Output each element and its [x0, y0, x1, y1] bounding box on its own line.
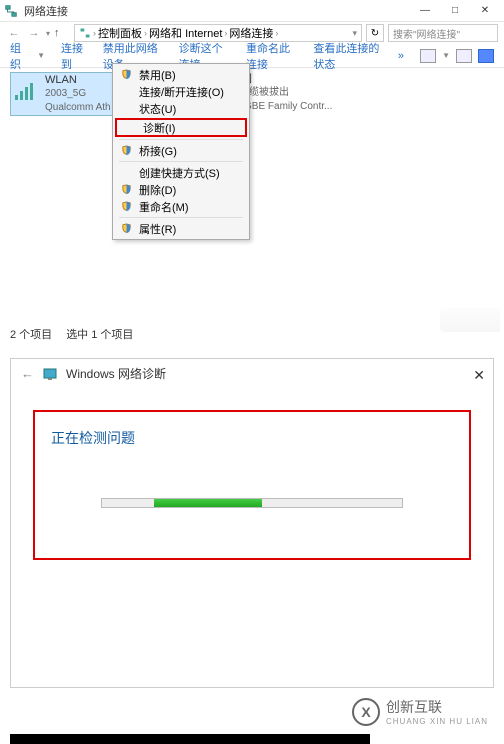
shield-icon — [119, 200, 133, 214]
forward-button[interactable]: → — [26, 25, 42, 41]
progress-bar — [101, 498, 403, 508]
menu-label: 诊断(I) — [143, 120, 175, 136]
menu-label: 桥接(G) — [139, 143, 177, 159]
progress-container — [51, 498, 453, 508]
diagnostic-icon — [42, 366, 58, 382]
watermark-subtext: CHUANG XIN HU LIAN — [386, 717, 488, 726]
menu-disable[interactable]: 禁用(B) — [113, 66, 249, 83]
toolbar-more[interactable]: » — [398, 50, 404, 62]
chevron-down-icon: ▼ — [442, 51, 450, 60]
breadcrumb-sep: › — [93, 28, 96, 38]
menu-create-shortcut[interactable]: 创建快捷方式(S) — [113, 164, 249, 181]
shield-icon — [119, 222, 133, 236]
toolbar-connect[interactable]: 连接到 — [61, 40, 87, 72]
network-icon — [4, 4, 18, 18]
menu-connect-disconnect[interactable]: 连接/断开连接(O) — [113, 83, 249, 100]
connection-adapter: Qualcomm Ath — [45, 101, 111, 115]
item-count: 2 个项目 — [10, 326, 52, 342]
shield-icon — [119, 144, 133, 158]
shield-icon — [119, 183, 133, 197]
decorative-strip — [10, 734, 370, 744]
network-icon — [79, 27, 91, 39]
menu-label: 重命名(M) — [139, 199, 189, 215]
diagnostic-dialog: ✕ ← Windows 网络诊断 正在检测问题 — [10, 358, 494, 688]
connections-area: WLAN 2003_5G Qualcomm Ath 以太网 网络电缆被拔出 PC… — [0, 68, 504, 120]
menu-label: 属性(R) — [139, 221, 176, 237]
menu-diagnose-highlight: 诊断(I) — [115, 118, 247, 137]
context-menu: 禁用(B) 连接/断开连接(O) 状态(U) 诊断(I) 桥接(G) 创建快捷方… — [112, 63, 250, 240]
up-button[interactable]: ↑ — [54, 27, 70, 39]
window-controls: — □ ✕ — [410, 1, 500, 21]
menu-status[interactable]: 状态(U) — [113, 100, 249, 117]
close-button[interactable]: ✕ — [470, 1, 500, 21]
maximize-button[interactable]: □ — [440, 1, 470, 21]
breadcrumb-sep: › — [144, 28, 147, 38]
selected-count: 选中 1 个项目 — [66, 326, 133, 342]
toolbar-organize[interactable]: 组织 — [10, 40, 27, 72]
menu-properties[interactable]: 属性(R) — [113, 220, 249, 237]
dialog-back-button[interactable]: ← — [21, 366, 34, 381]
chevron-down-icon: ▼ — [37, 51, 45, 60]
window-title: 网络连接 — [24, 3, 410, 19]
toolbar: 组织 ▼ 连接到 禁用此网络设备 诊断这个连接 重命名此连接 查看此连接的状态 … — [0, 44, 504, 68]
connection-name: WLAN — [45, 73, 111, 87]
breadcrumb-sep: › — [275, 28, 278, 38]
connection-info: WLAN 2003_5G Qualcomm Ath — [45, 73, 111, 115]
toolbar-rename[interactable]: 重命名此连接 — [246, 40, 297, 72]
dialog-title: Windows 网络诊断 — [66, 365, 166, 382]
menu-delete[interactable]: 删除(D) — [113, 181, 249, 198]
window-titlebar: 网络连接 — □ ✕ — [0, 0, 504, 22]
search-input[interactable]: 搜索"网络连接" — [388, 24, 498, 42]
breadcrumb-sep: › — [224, 28, 227, 38]
menu-bridge[interactable]: 桥接(G) — [113, 142, 249, 159]
watermark-logo: X — [352, 698, 380, 726]
status-bar: 2 个项目 选中 1 个项目 — [10, 326, 133, 342]
menu-rename[interactable]: 重命名(M) — [113, 198, 249, 215]
menu-label: 禁用(B) — [139, 67, 176, 83]
dialog-highlight-frame: 正在检测问题 — [33, 410, 471, 560]
history-dropdown[interactable]: ▾ — [46, 29, 50, 38]
wlan-signal-icon — [11, 73, 39, 107]
watermark: X 创新互联 CHUANG XIN HU LIAN — [352, 697, 488, 726]
menu-diagnose[interactable]: 诊断(I) — [117, 120, 245, 135]
dialog-status-text: 正在检测问题 — [51, 428, 453, 448]
shield-icon — [119, 68, 133, 82]
progress-fill — [154, 499, 262, 507]
watermark-text: 创新互联 — [386, 697, 488, 717]
toolbar-view-controls: ▼ — [420, 49, 494, 63]
view-icon[interactable] — [420, 49, 436, 63]
menu-separator — [119, 217, 243, 218]
toolbar-status[interactable]: 查看此连接的状态 — [313, 40, 382, 72]
menu-label: 连接/断开连接(O) — [139, 84, 224, 100]
addr-dropdown-icon[interactable]: ▾ — [352, 28, 357, 39]
menu-separator — [119, 139, 243, 140]
minimize-button[interactable]: — — [410, 1, 440, 21]
connection-ssid: 2003_5G — [45, 87, 111, 101]
menu-label: 删除(D) — [139, 182, 176, 198]
search-placeholder: 搜索"网络连接" — [393, 26, 460, 41]
dialog-close-button[interactable]: ✕ — [473, 367, 485, 384]
details-pane-icon[interactable] — [456, 49, 472, 63]
help-icon[interactable] — [478, 49, 494, 63]
dialog-header: ← Windows 网络诊断 — [11, 359, 493, 388]
menu-separator — [119, 161, 243, 162]
decorative-spot — [440, 308, 500, 332]
menu-label: 创建快捷方式(S) — [139, 165, 220, 181]
menu-label: 状态(U) — [139, 101, 176, 117]
